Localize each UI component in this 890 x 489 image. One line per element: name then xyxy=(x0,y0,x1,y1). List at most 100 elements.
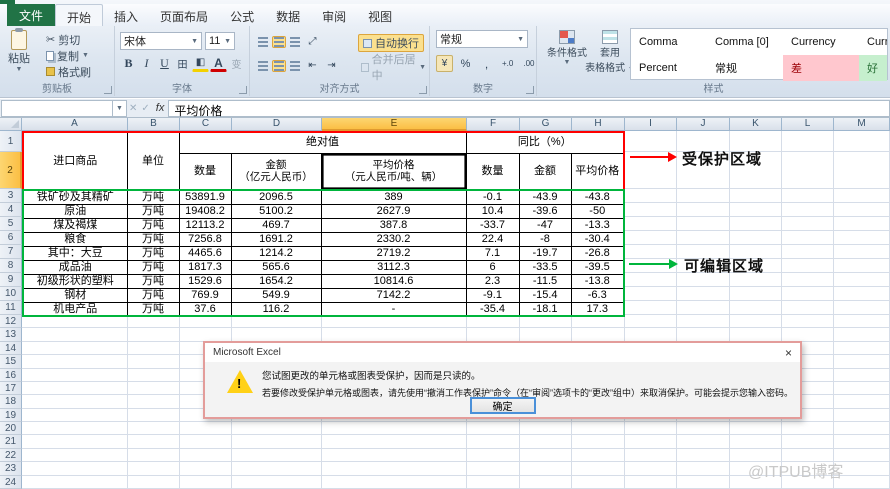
grid-cell[interactable] xyxy=(834,189,890,203)
table-cell[interactable]: 粮食 xyxy=(23,232,127,246)
table-cell[interactable]: 769.9 xyxy=(179,288,231,302)
grid-cell[interactable] xyxy=(677,189,730,203)
grid-cell[interactable] xyxy=(625,273,677,287)
table-cell[interactable]: 3112.3 xyxy=(321,260,466,274)
style-gallery-item[interactable]: Comma [0] xyxy=(707,29,783,55)
select-all-button[interactable] xyxy=(0,118,22,131)
table-cell[interactable]: 万吨 xyxy=(127,218,179,232)
grid-cell[interactable] xyxy=(834,259,890,273)
table-cell[interactable]: -13.3 xyxy=(571,218,624,232)
grid-cell[interactable] xyxy=(834,342,890,355)
grid-cell[interactable] xyxy=(730,435,782,448)
table-cell[interactable]: -39.5 xyxy=(571,260,624,274)
grid-cell[interactable] xyxy=(322,422,467,435)
grid-cell[interactable] xyxy=(677,315,730,328)
grid-cell[interactable] xyxy=(782,301,834,315)
table-cell[interactable]: 1214.2 xyxy=(231,246,321,260)
grid-cell[interactable] xyxy=(782,217,834,231)
selected-cell-E2[interactable]: 平均价格 （元人民币/吨、辆） xyxy=(321,153,466,190)
column-header-E[interactable]: E xyxy=(322,118,467,131)
row-header-22[interactable]: 22 xyxy=(0,449,22,462)
row-header-7[interactable]: 7 xyxy=(0,245,22,259)
table-cell[interactable]: -43.9 xyxy=(519,190,571,204)
phonetic-button[interactable]: 变 xyxy=(228,55,245,72)
grid-cell[interactable] xyxy=(128,462,180,475)
grid-cell[interactable] xyxy=(572,435,625,448)
tab-review[interactable]: 审阅 xyxy=(311,4,357,26)
grid-cell[interactable] xyxy=(730,328,782,341)
row-header-14[interactable]: 14 xyxy=(0,342,22,355)
table-cell[interactable]: 金额 xyxy=(519,153,571,190)
dialog-title-bar[interactable]: Microsoft Excel × xyxy=(205,343,800,362)
style-gallery-item[interactable]: 差 xyxy=(783,55,859,81)
table-cell[interactable]: 1529.6 xyxy=(179,274,231,288)
row-header-6[interactable]: 6 xyxy=(0,231,22,245)
grid-cell[interactable] xyxy=(22,328,128,341)
table-cell[interactable]: 2096.5 xyxy=(231,190,321,204)
table-cell[interactable]: 10814.6 xyxy=(321,274,466,288)
column-header-J[interactable]: J xyxy=(677,118,730,131)
grid-cell[interactable] xyxy=(467,435,520,448)
grid-cell[interactable] xyxy=(232,476,322,489)
font-size-combo[interactable]: 11 ▼ xyxy=(205,32,235,50)
table-cell[interactable]: -47 xyxy=(519,218,571,232)
grid-cell[interactable] xyxy=(625,203,677,217)
align-center-button[interactable] xyxy=(272,60,286,72)
grid-cell[interactable] xyxy=(232,449,322,462)
grid-cell[interactable] xyxy=(834,152,890,189)
table-cell[interactable]: 549.9 xyxy=(231,288,321,302)
grid-cell[interactable] xyxy=(232,462,322,475)
row-header-8[interactable]: 8 xyxy=(0,259,22,273)
style-gallery-item[interactable]: 常规 xyxy=(707,55,783,81)
grid-cell[interactable] xyxy=(834,422,890,435)
row-header-1[interactable]: 1 xyxy=(0,131,22,152)
font-color-button[interactable]: A xyxy=(210,55,227,72)
tab-insert[interactable]: 插入 xyxy=(103,4,149,26)
table-cell[interactable]: 万吨 xyxy=(127,274,179,288)
grid-cell[interactable] xyxy=(677,476,730,489)
tab-file[interactable]: 文件 xyxy=(7,4,55,26)
row-header-18[interactable]: 18 xyxy=(0,395,22,408)
table-cell[interactable]: 数量 xyxy=(179,153,231,190)
grid-cell[interactable] xyxy=(467,449,520,462)
table-cell[interactable]: 煤及褐煤 xyxy=(23,218,127,232)
table-cell[interactable]: 4465.6 xyxy=(179,246,231,260)
percent-style-button[interactable]: % xyxy=(457,55,474,72)
grid-cell[interactable] xyxy=(128,355,180,368)
table-cell[interactable]: 万吨 xyxy=(127,302,179,316)
grid-cell[interactable] xyxy=(677,217,730,231)
grid-cell[interactable] xyxy=(232,328,322,341)
table-cell[interactable]: -35.4 xyxy=(466,302,519,316)
row-header-13[interactable]: 13 xyxy=(0,328,22,341)
font-name-combo[interactable]: 宋体 ▼ xyxy=(120,32,202,50)
grid-cell[interactable] xyxy=(128,369,180,382)
grid-cell[interactable] xyxy=(834,435,890,448)
column-header-C[interactable]: C xyxy=(180,118,232,131)
grid-cell[interactable] xyxy=(180,449,232,462)
grid-cell[interactable] xyxy=(782,315,834,328)
grid-cell[interactable] xyxy=(322,462,467,475)
tab-home[interactable]: 开始 xyxy=(55,4,103,26)
table-cell[interactable]: 万吨 xyxy=(127,204,179,218)
table-cell[interactable]: 数量 xyxy=(466,153,519,190)
grid-cell[interactable] xyxy=(782,203,834,217)
grid-cell[interactable] xyxy=(782,245,834,259)
column-header-I[interactable]: I xyxy=(625,118,677,131)
grid-cell[interactable] xyxy=(834,328,890,341)
tab-page-layout[interactable]: 页面布局 xyxy=(149,4,219,26)
underline-button[interactable]: U xyxy=(156,55,173,72)
ok-button[interactable]: 确定 xyxy=(470,397,536,414)
table-cell[interactable]: 其中：大豆 xyxy=(23,246,127,260)
grid-cell[interactable] xyxy=(572,476,625,489)
grid-cell[interactable] xyxy=(520,422,572,435)
row-header-12[interactable]: 12 xyxy=(0,315,22,328)
grid-cell[interactable] xyxy=(467,328,520,341)
grid-cell[interactable] xyxy=(520,462,572,475)
table-cell[interactable]: 万吨 xyxy=(127,232,179,246)
copy-button[interactable]: 复制 ▼ xyxy=(46,48,89,63)
cut-button[interactable]: ✂ 剪切 xyxy=(46,32,80,47)
grid-cell[interactable] xyxy=(625,287,677,301)
grid-cell[interactable] xyxy=(520,449,572,462)
grid-cell[interactable] xyxy=(625,245,677,259)
row-header-19[interactable]: 19 xyxy=(0,409,22,422)
